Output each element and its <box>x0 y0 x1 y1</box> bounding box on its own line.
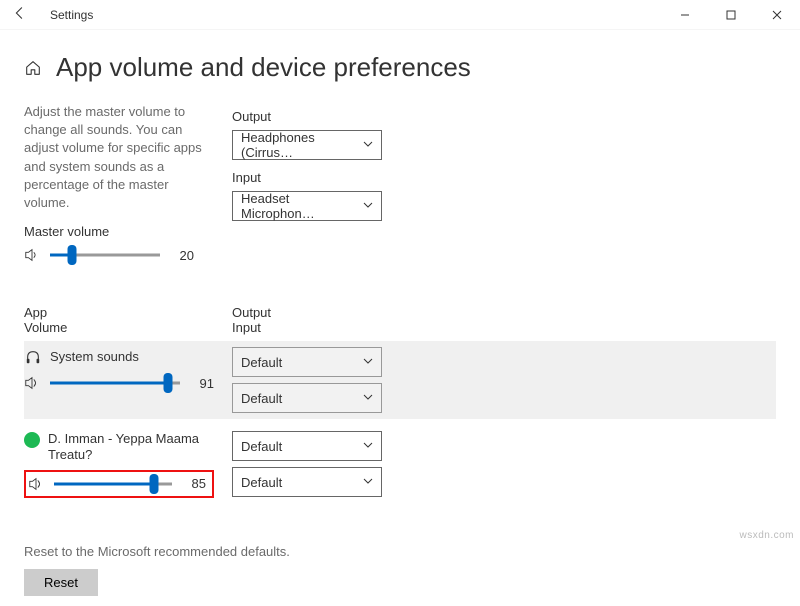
input-selected: Headset Microphon… <box>241 191 363 221</box>
back-icon[interactable] <box>12 6 32 23</box>
app-input-selected: Default <box>241 475 282 490</box>
speaker-icon[interactable] <box>28 476 46 492</box>
master-volume-control: 20 <box>24 245 214 265</box>
app-output-selected: Default <box>241 439 282 454</box>
highlighted-region: 85 <box>24 470 214 498</box>
maximize-button[interactable] <box>708 0 754 30</box>
app-name: System sounds <box>50 349 139 365</box>
reset-button[interactable]: Reset <box>24 569 98 596</box>
output-selected: Headphones (Cirrus… <box>241 130 363 160</box>
output-label: Output <box>232 109 776 124</box>
app-output-dropdown[interactable]: Default <box>232 347 382 377</box>
column-headers: App Volume Output Input <box>24 305 776 335</box>
headphones-icon <box>24 348 42 366</box>
app-input-selected: Default <box>241 391 282 406</box>
watermark: wsxdn.com <box>739 530 794 541</box>
chevron-down-icon <box>363 139 373 152</box>
app-volume-slider[interactable] <box>54 474 172 494</box>
app-input-dropdown[interactable]: Default <box>232 383 382 413</box>
close-button[interactable] <box>754 0 800 30</box>
output-input-header: Output Input <box>232 305 271 335</box>
reset-description: Reset to the Microsoft recommended defau… <box>24 544 776 559</box>
chevron-down-icon <box>363 356 373 369</box>
chevron-down-icon <box>363 392 373 405</box>
app-volume-value: 85 <box>180 476 206 491</box>
minimize-button[interactable] <box>662 0 708 30</box>
app-volume-header: App Volume <box>24 305 214 335</box>
output-dropdown[interactable]: Headphones (Cirrus… <box>232 130 382 160</box>
app-name: D. Imman - Yeppa Maama Treatu? <box>48 431 214 464</box>
app-row-system-sounds: System sounds 91 Default Default <box>24 341 776 419</box>
home-icon[interactable] <box>24 59 42 77</box>
chevron-down-icon <box>363 476 373 489</box>
input-label: Input <box>232 170 776 185</box>
app-volume-value: 91 <box>188 376 214 391</box>
window-controls <box>662 0 800 30</box>
app-row-spotify: D. Imman - Yeppa Maama Treatu? 85 <box>24 425 776 504</box>
page-description: Adjust the master volume to change all s… <box>24 103 214 212</box>
app-output-selected: Default <box>241 355 282 370</box>
app-output-dropdown[interactable]: Default <box>232 431 382 461</box>
master-volume-slider[interactable] <box>50 245 160 265</box>
app-volume-slider[interactable] <box>50 373 180 393</box>
spotify-icon <box>24 431 40 449</box>
master-volume-value: 20 <box>168 248 194 263</box>
chevron-down-icon <box>363 200 373 213</box>
window-title: Settings <box>50 8 93 22</box>
speaker-icon[interactable] <box>24 247 42 263</box>
input-dropdown[interactable]: Headset Microphon… <box>232 191 382 221</box>
window-titlebar: Settings <box>0 0 800 30</box>
speaker-icon[interactable] <box>24 375 42 391</box>
chevron-down-icon <box>363 440 373 453</box>
page-header: App volume and device preferences <box>24 52 776 83</box>
app-input-dropdown[interactable]: Default <box>232 467 382 497</box>
page-title: App volume and device preferences <box>56 52 471 83</box>
master-volume-label: Master volume <box>24 224 214 239</box>
